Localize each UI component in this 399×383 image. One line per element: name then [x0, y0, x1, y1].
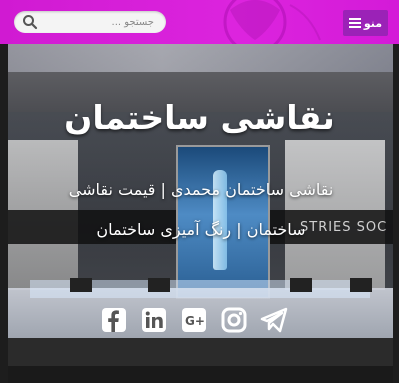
hero-description: نقاشی ساختمان محمدی | قیمت نقاشی ساختمان… [68, 180, 334, 239]
hero-title: نقاشی ساختمان [64, 98, 335, 137]
svg-text:G+: G+ [185, 314, 205, 328]
menu-label: منو [363, 16, 383, 30]
instagram-icon[interactable] [220, 306, 248, 334]
ceiling-band-decor [8, 42, 393, 72]
search-icon[interactable] [22, 14, 38, 30]
google-plus-icon[interactable]: G+ [180, 306, 208, 334]
top-header: منو [0, 0, 399, 44]
page: STRIES SOC منو نقاشی ساختما [0, 0, 399, 383]
monitor-decor [148, 278, 170, 292]
menu-button[interactable]: منو [343, 10, 388, 36]
hamburger-icon [348, 18, 361, 28]
right-frame-decor [393, 42, 399, 383]
monitor-decor [70, 278, 92, 292]
header-watermark-art [223, 0, 321, 44]
bottom-strip-decor [8, 366, 393, 383]
search-box [14, 11, 166, 33]
telegram-icon[interactable] [260, 306, 288, 334]
social-links: G+ [100, 305, 300, 335]
linkedin-icon[interactable] [140, 306, 168, 334]
left-frame-decor [0, 42, 8, 383]
monitor-decor [290, 278, 312, 292]
monitor-decor [350, 278, 372, 292]
facebook-icon[interactable] [100, 306, 128, 334]
search-input[interactable] [42, 13, 154, 31]
